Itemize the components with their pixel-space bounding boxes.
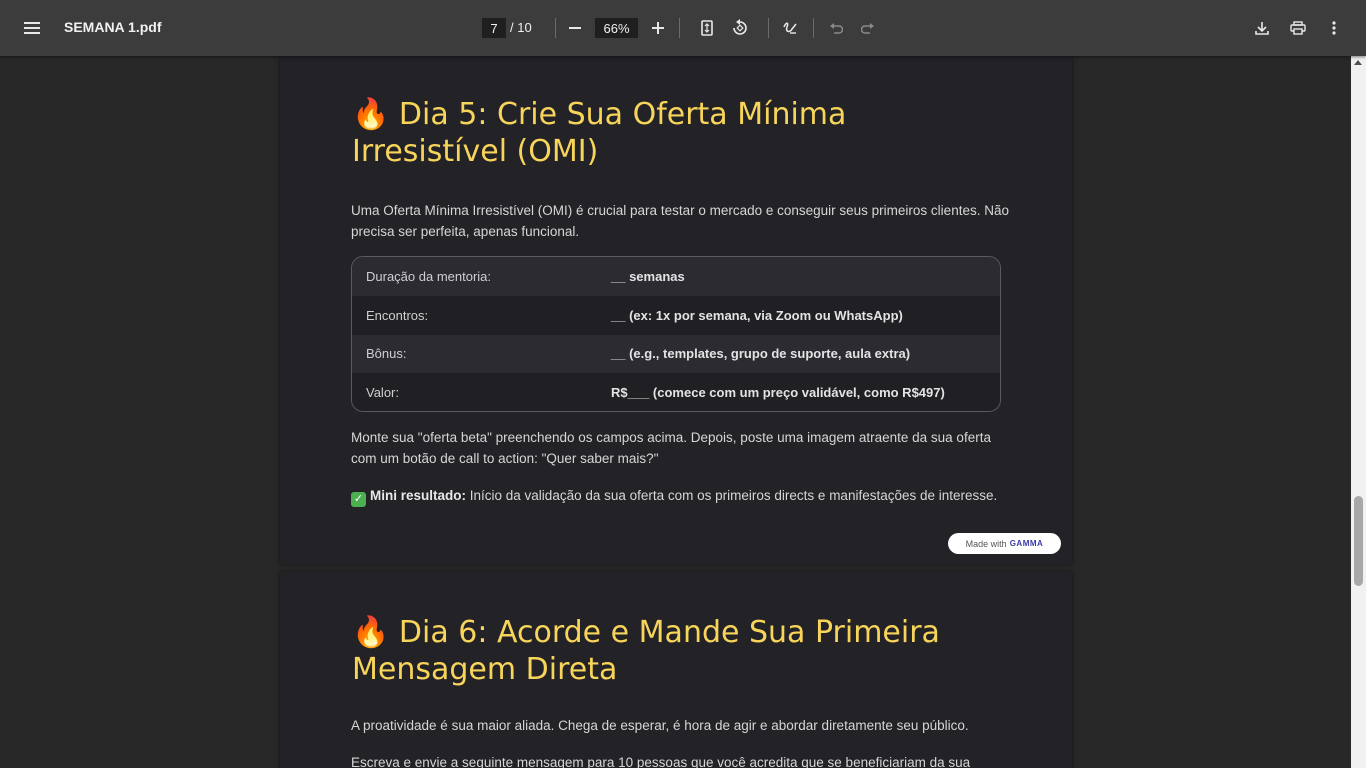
zoom-in-icon[interactable] [642,12,674,44]
more-options-icon[interactable] [1318,12,1350,44]
table-row: Bônus: __ (e.g., templates, grupo de sup… [352,334,1000,374]
fire-icon: 🔥 [352,615,390,650]
document-title: SEMANA 1.pdf [64,19,162,35]
fit-page-icon[interactable] [691,12,723,44]
zoom-level-input[interactable] [595,18,638,38]
pdf-page-8: 🔥 Dia 6: Acorde e Mande Sua Primeira Men… [280,572,1072,768]
undo-icon[interactable] [820,12,852,44]
scrollbar-thumb[interactable] [1354,496,1363,586]
scroll-up-arrow-icon[interactable] [1354,60,1362,65]
page-heading: 🔥 Dia 6: Acorde e Mande Sua Primeira Men… [352,615,940,687]
page-number-input[interactable] [482,18,506,38]
body-paragraph: Escreva e envie a seguinte mensagem para… [351,755,971,768]
page-total: / 10 [510,20,532,35]
rotate-icon[interactable] [724,12,756,44]
zoom-out-icon[interactable] [559,12,591,44]
toolbar-divider [555,18,556,38]
instructions-paragraph: Monte sua "oferta beta" preenchendo os c… [351,430,991,466]
draw-icon[interactable] [774,12,806,44]
intro-paragraph: Uma Oferta Mínima Irresistível (OMI) é c… [351,203,1009,239]
offer-table: Duração da mentoria: __ semanas Encontro… [351,256,1001,412]
hamburger-menu-icon[interactable] [16,12,48,44]
toolbar-divider [813,18,814,38]
page-heading: 🔥 Dia 5: Crie Sua Oferta Mínima Irresist… [352,97,847,169]
download-icon[interactable] [1246,12,1278,44]
made-with-gamma-badge[interactable]: Made with GAMMA [948,533,1061,554]
pdf-page-7: 🔥 Dia 5: Crie Sua Oferta Mínima Irresist… [280,56,1072,564]
toolbar-divider [768,18,769,38]
table-row: Duração da mentoria: __ semanas [352,257,1000,296]
checkmark-icon: ✓ [351,492,366,507]
pdf-toolbar: SEMANA 1.pdf / 10 [0,0,1366,56]
fire-icon: 🔥 [352,97,390,132]
vertical-scrollbar[interactable] [1351,56,1366,768]
toolbar-divider [679,18,680,38]
intro-paragraph: A proatividade é sua maior aliada. Chega… [351,718,969,733]
result-paragraph: ✓ Mini resultado: Início da validação da … [351,485,1011,507]
redo-icon[interactable] [852,12,884,44]
print-icon[interactable] [1282,12,1314,44]
table-row: Valor: R$___ (comece com um preço validá… [352,373,1000,411]
table-row: Encontros: __ (ex: 1x por semana, via Zo… [352,295,1000,335]
